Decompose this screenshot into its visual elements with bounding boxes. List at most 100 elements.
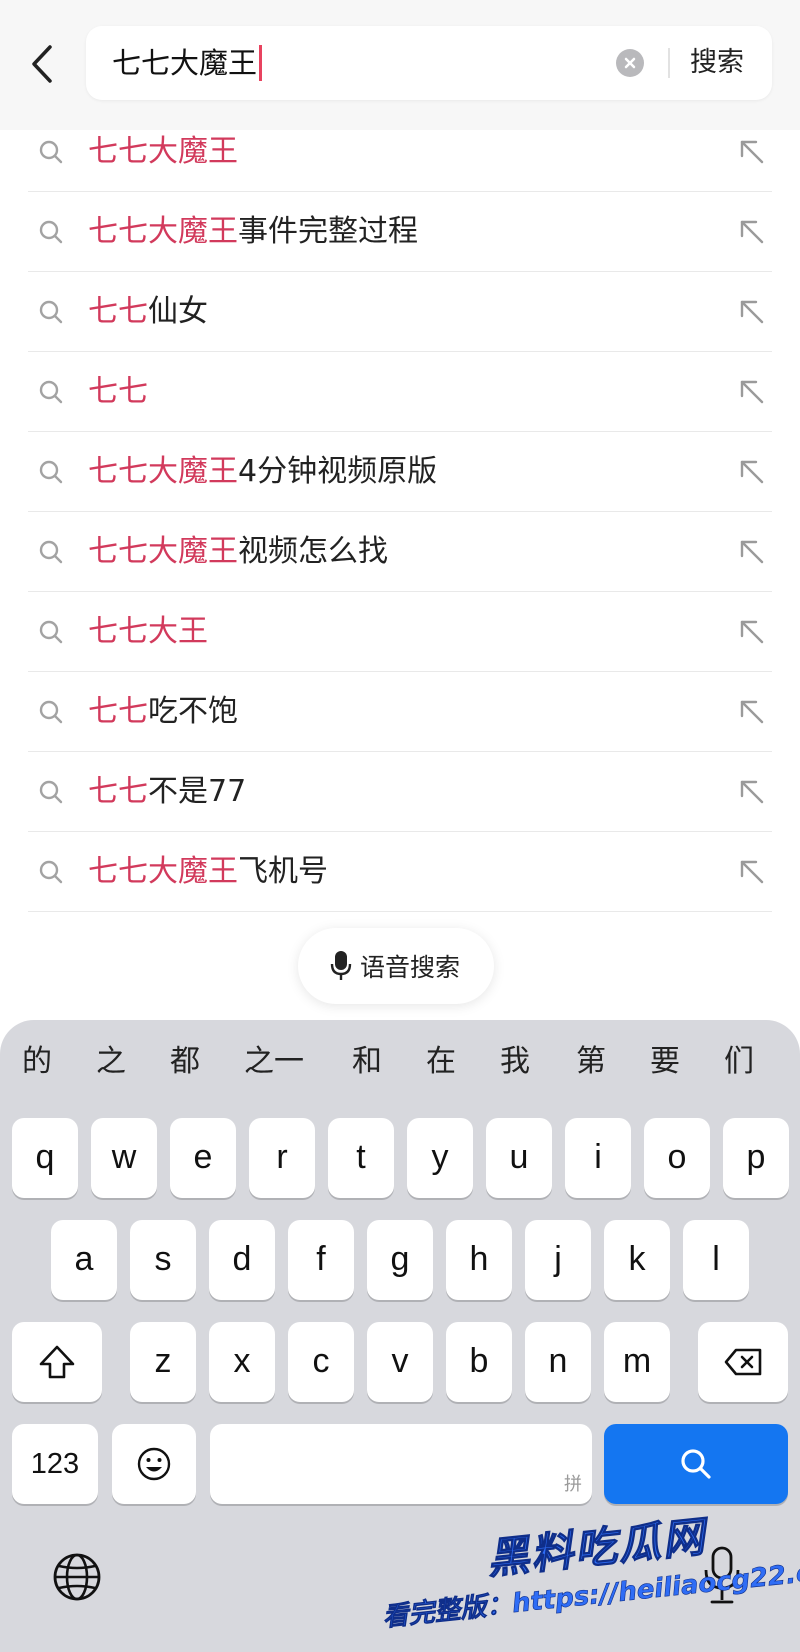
key-k[interactable]: k bbox=[604, 1220, 670, 1300]
key-n[interactable]: n bbox=[525, 1322, 591, 1402]
key-v[interactable]: v bbox=[367, 1322, 433, 1402]
shift-icon bbox=[39, 1345, 75, 1379]
close-icon bbox=[624, 57, 636, 69]
search-input[interactable]: 七七大魔王 bbox=[112, 44, 263, 82]
delete-key[interactable] bbox=[698, 1322, 788, 1402]
key-h[interactable]: h bbox=[446, 1220, 512, 1300]
space-key[interactable]: 拼 bbox=[210, 1424, 592, 1504]
key-q[interactable]: q bbox=[12, 1118, 78, 1198]
search-icon bbox=[39, 300, 63, 324]
key-label: y bbox=[431, 1137, 449, 1176]
voice-search-label: 语音搜索 bbox=[360, 953, 461, 982]
emoji-icon bbox=[137, 1447, 171, 1481]
key-s[interactable]: s bbox=[130, 1220, 196, 1300]
numbers-key[interactable]: 123 bbox=[12, 1424, 98, 1504]
suggestion-rest: 不是77 bbox=[148, 774, 247, 809]
candidate-word[interactable]: 在 bbox=[426, 1044, 456, 1080]
key-label: k bbox=[628, 1239, 646, 1278]
suggestion-item[interactable]: 七七大魔王 bbox=[28, 112, 772, 192]
fill-arrow-icon[interactable] bbox=[736, 776, 768, 808]
key-r[interactable]: r bbox=[249, 1118, 315, 1198]
key-b[interactable]: b bbox=[446, 1322, 512, 1402]
suggestion-rest: 飞机号 bbox=[238, 854, 328, 889]
suggestion-text: 七七大魔王 bbox=[88, 131, 238, 173]
key-y[interactable]: y bbox=[407, 1118, 473, 1198]
fill-arrow-icon[interactable] bbox=[736, 856, 768, 888]
key-x[interactable]: x bbox=[209, 1322, 275, 1402]
candidate-word[interactable]: 第 bbox=[576, 1044, 606, 1080]
suggestion-item[interactable]: 七七大魔王4分钟视频原版 bbox=[28, 432, 772, 512]
suggestion-item[interactable]: 七七仙女 bbox=[28, 272, 772, 352]
candidate-word[interactable]: 之 bbox=[96, 1044, 126, 1080]
candidate-word[interactable]: 之一 bbox=[244, 1044, 304, 1080]
fill-arrow-icon[interactable] bbox=[736, 376, 768, 408]
key-d[interactable]: d bbox=[209, 1220, 275, 1300]
search-icon bbox=[39, 620, 63, 644]
key-t[interactable]: t bbox=[328, 1118, 394, 1198]
chevron-left-icon bbox=[32, 45, 52, 83]
emoji-key[interactable] bbox=[112, 1424, 196, 1504]
suggestion-item[interactable]: 七七大王 bbox=[28, 592, 772, 672]
candidate-bar: 的 之 都 之一 和 在 我 第 要 们 bbox=[0, 1020, 800, 1102]
search-field[interactable]: 七七大魔王 搜索 bbox=[86, 26, 772, 100]
key-o[interactable]: o bbox=[644, 1118, 710, 1198]
key-u[interactable]: u bbox=[486, 1118, 552, 1198]
search-button[interactable]: 搜索 bbox=[690, 44, 744, 82]
globe-button[interactable] bbox=[50, 1550, 104, 1604]
key-z[interactable]: z bbox=[130, 1322, 196, 1402]
suggestion-item[interactable]: 七七吃不饱 bbox=[28, 672, 772, 752]
search-header: 七七大魔王 搜索 bbox=[0, 0, 800, 130]
space-key-label: 拼 bbox=[564, 1474, 582, 1494]
fill-arrow-icon[interactable] bbox=[736, 456, 768, 488]
fill-arrow-icon[interactable] bbox=[736, 696, 768, 728]
key-l[interactable]: l bbox=[683, 1220, 749, 1300]
suggestion-text: 七七大魔王事件完整过程 bbox=[88, 211, 418, 253]
candidate-word[interactable]: 我 bbox=[500, 1044, 530, 1080]
key-label: h bbox=[469, 1239, 489, 1278]
suggestion-item[interactable]: 七七大魔王视频怎么找 bbox=[28, 512, 772, 592]
search-icon bbox=[39, 140, 63, 164]
keyboard-search-button[interactable] bbox=[604, 1424, 788, 1504]
fill-arrow-icon[interactable] bbox=[736, 136, 768, 168]
suggestion-item[interactable]: 七七大魔王飞机号 bbox=[28, 832, 772, 912]
globe-icon bbox=[53, 1553, 101, 1601]
key-f[interactable]: f bbox=[288, 1220, 354, 1300]
backspace-icon bbox=[724, 1348, 762, 1376]
key-p[interactable]: p bbox=[723, 1118, 789, 1198]
key-e[interactable]: e bbox=[170, 1118, 236, 1198]
search-icon bbox=[39, 460, 63, 484]
voice-search-button[interactable]: 语音搜索 bbox=[298, 928, 494, 1004]
key-i[interactable]: i bbox=[565, 1118, 631, 1198]
candidate-word[interactable]: 和 bbox=[352, 1044, 382, 1080]
key-j[interactable]: j bbox=[525, 1220, 591, 1300]
search-query-text: 七七大魔王 bbox=[112, 46, 258, 80]
fill-arrow-icon[interactable] bbox=[736, 616, 768, 648]
key-label: v bbox=[391, 1341, 409, 1380]
candidate-word[interactable]: 要 bbox=[650, 1044, 680, 1080]
fill-arrow-icon[interactable] bbox=[736, 296, 768, 328]
key-c[interactable]: c bbox=[288, 1322, 354, 1402]
search-icon bbox=[39, 540, 63, 564]
candidate-word[interactable]: 们 bbox=[724, 1044, 754, 1080]
key-w[interactable]: w bbox=[91, 1118, 157, 1198]
suggestion-text: 七七大魔王视频怎么找 bbox=[88, 531, 388, 573]
suggestion-highlight: 七七 bbox=[88, 774, 148, 809]
fill-arrow-icon[interactable] bbox=[736, 216, 768, 248]
candidate-word[interactable]: 的 bbox=[22, 1044, 52, 1080]
key-g[interactable]: g bbox=[367, 1220, 433, 1300]
shift-key[interactable] bbox=[12, 1322, 102, 1402]
suggestion-rest: 事件完整过程 bbox=[238, 214, 418, 249]
suggestion-text: 七七大魔王飞机号 bbox=[88, 851, 328, 893]
candidate-word[interactable]: 都 bbox=[170, 1044, 200, 1080]
back-button[interactable] bbox=[24, 38, 60, 90]
clear-button[interactable] bbox=[616, 49, 644, 77]
key-label: w bbox=[111, 1137, 137, 1176]
suggestion-item[interactable]: 七七不是77 bbox=[28, 752, 772, 832]
suggestion-item[interactable]: 七七 bbox=[28, 352, 772, 432]
fill-arrow-icon[interactable] bbox=[736, 536, 768, 568]
key-m[interactable]: m bbox=[604, 1322, 670, 1402]
suggestion-item[interactable]: 七七大魔王事件完整过程 bbox=[28, 192, 772, 272]
suggestion-highlight: 七七 bbox=[88, 294, 148, 329]
key-a[interactable]: a bbox=[51, 1220, 117, 1300]
suggestion-text: 七七大王 bbox=[88, 611, 208, 653]
